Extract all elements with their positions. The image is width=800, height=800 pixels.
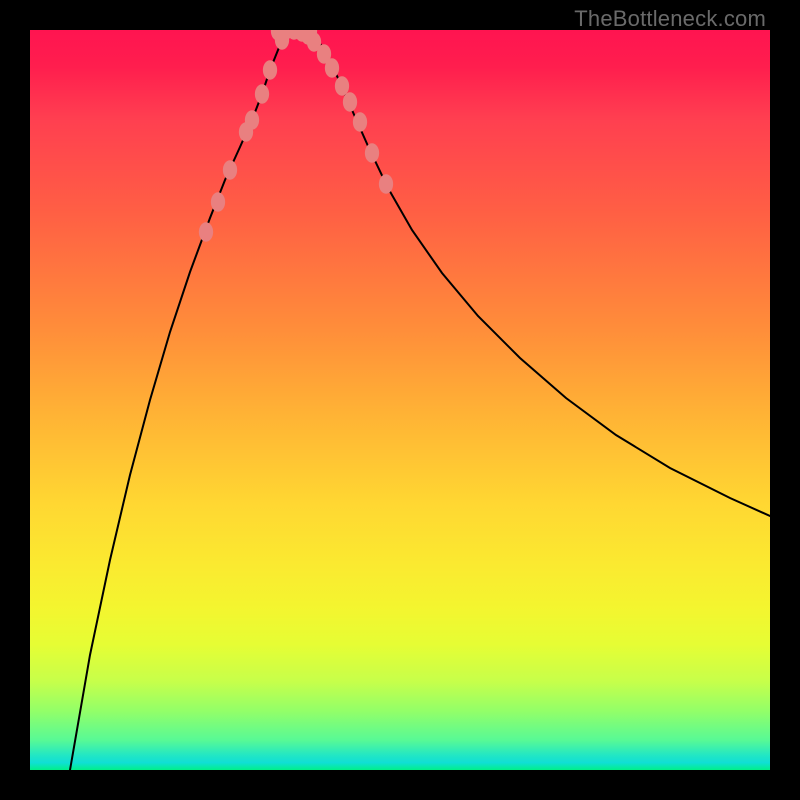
bottom-markers-point (303, 30, 317, 41)
right-markers-point (325, 58, 339, 78)
left-markers-point (245, 110, 259, 130)
left-markers-point (255, 84, 269, 104)
right-curve (312, 30, 770, 516)
left-markers-point (275, 30, 289, 50)
right-markers-point (343, 92, 357, 112)
left-markers-point (263, 60, 277, 80)
left-markers-point (239, 122, 253, 142)
right-markers-point (365, 143, 379, 163)
curves-svg (30, 30, 770, 770)
bottom-markers-point (271, 30, 285, 41)
left-curve (70, 30, 288, 770)
right-markers-point (307, 32, 321, 52)
bottom-markers-point (279, 30, 293, 40)
right-markers-point (295, 30, 309, 42)
watermark-text: TheBottleneck.com (574, 6, 766, 32)
chart-container: TheBottleneck.com (0, 0, 800, 800)
bottom-markers-point (295, 30, 309, 40)
right-markers-point (301, 30, 315, 45)
plot-area (30, 30, 770, 770)
right-markers-point (317, 44, 331, 64)
right-markers-point (353, 112, 367, 132)
left-markers-point (211, 192, 225, 212)
right-markers-point (379, 174, 393, 194)
right-markers-point (335, 76, 349, 96)
left-markers-point (223, 160, 237, 180)
bottom-markers-point (287, 30, 301, 40)
left-markers-point (199, 222, 213, 242)
